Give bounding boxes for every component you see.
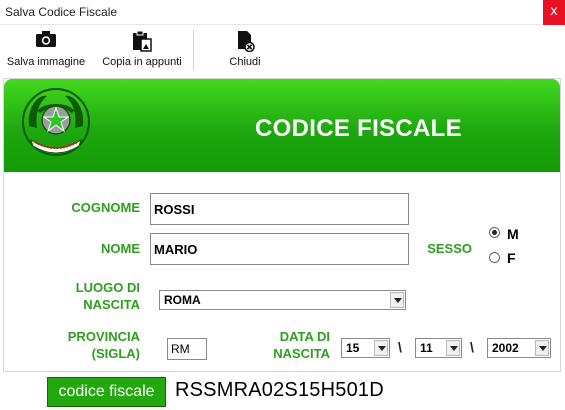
close-label: Chiudi	[229, 56, 261, 68]
codice-fiscale-result: RSSMRA02S15H501D	[175, 379, 384, 401]
cognome-label: COGNOME	[71, 200, 140, 215]
month-select[interactable]: 11	[415, 338, 462, 358]
chevron-down-icon[interactable]	[374, 340, 388, 356]
luogo-value: ROMA	[164, 293, 201, 307]
sesso-m-radio[interactable]	[489, 227, 500, 238]
camera-icon	[3, 30, 89, 52]
italian-emblem-icon	[17, 84, 95, 162]
close-document-icon	[218, 30, 272, 52]
provincia-label-line2: (SIGLA)	[91, 346, 140, 361]
year-select[interactable]: 2002	[487, 338, 551, 358]
luogo-label-line2: NASCITA	[83, 297, 140, 312]
data-label: DATA DI NASCITA	[250, 328, 330, 362]
close-button[interactable]: Chiudi	[218, 30, 272, 70]
cognome-input[interactable]	[150, 193, 409, 225]
sesso-f-radio[interactable]	[489, 252, 500, 263]
day-value: 15	[346, 341, 360, 355]
codice-fiscale-button[interactable]: codice fiscale	[47, 377, 166, 407]
provincia-input[interactable]	[167, 338, 207, 360]
toolbar: Salva immagine Copia in appunti Chiudi	[0, 26, 565, 72]
nome-input[interactable]	[150, 233, 409, 265]
date-separator: \	[470, 339, 474, 355]
luogo-select[interactable]: ROMA	[159, 290, 406, 310]
chevron-down-icon[interactable]	[390, 292, 404, 308]
year-value: 2002	[492, 341, 519, 355]
nome-label: NOME	[101, 241, 140, 256]
sesso-f-label: F	[507, 250, 516, 266]
window-close-button[interactable]: x	[543, 0, 565, 25]
clipboard-icon	[96, 30, 188, 52]
day-select[interactable]: 15	[341, 338, 390, 358]
luogo-label: LUOGO DI NASCITA	[58, 279, 140, 313]
copy-clipboard-label: Copia in appunti	[102, 56, 182, 68]
chevron-down-icon[interactable]	[535, 340, 549, 356]
date-separator: \	[398, 339, 402, 355]
data-label-line1: DATA DI	[279, 329, 330, 344]
provincia-label-line1: PROVINCIA	[67, 329, 140, 344]
data-label-line2: NASCITA	[273, 346, 330, 361]
window-title: Salva Codice Fiscale	[5, 5, 118, 19]
title-bar: Salva Codice Fiscale x	[0, 0, 565, 25]
sesso-label: SESSO	[427, 241, 472, 256]
toolbar-separator	[193, 30, 194, 70]
save-image-button[interactable]: Salva immagine	[3, 30, 89, 70]
provincia-label: PROVINCIA (SIGLA)	[52, 328, 140, 362]
sesso-m-label: M	[507, 226, 519, 242]
save-image-label: Salva immagine	[6, 56, 86, 68]
luogo-label-line1: LUOGO DI	[75, 280, 140, 295]
month-value: 11	[420, 341, 433, 355]
chevron-down-icon[interactable]	[446, 340, 460, 356]
copy-clipboard-button[interactable]: Copia in appunti	[96, 30, 188, 70]
banner-title: CODICE FISCALE	[255, 115, 462, 142]
